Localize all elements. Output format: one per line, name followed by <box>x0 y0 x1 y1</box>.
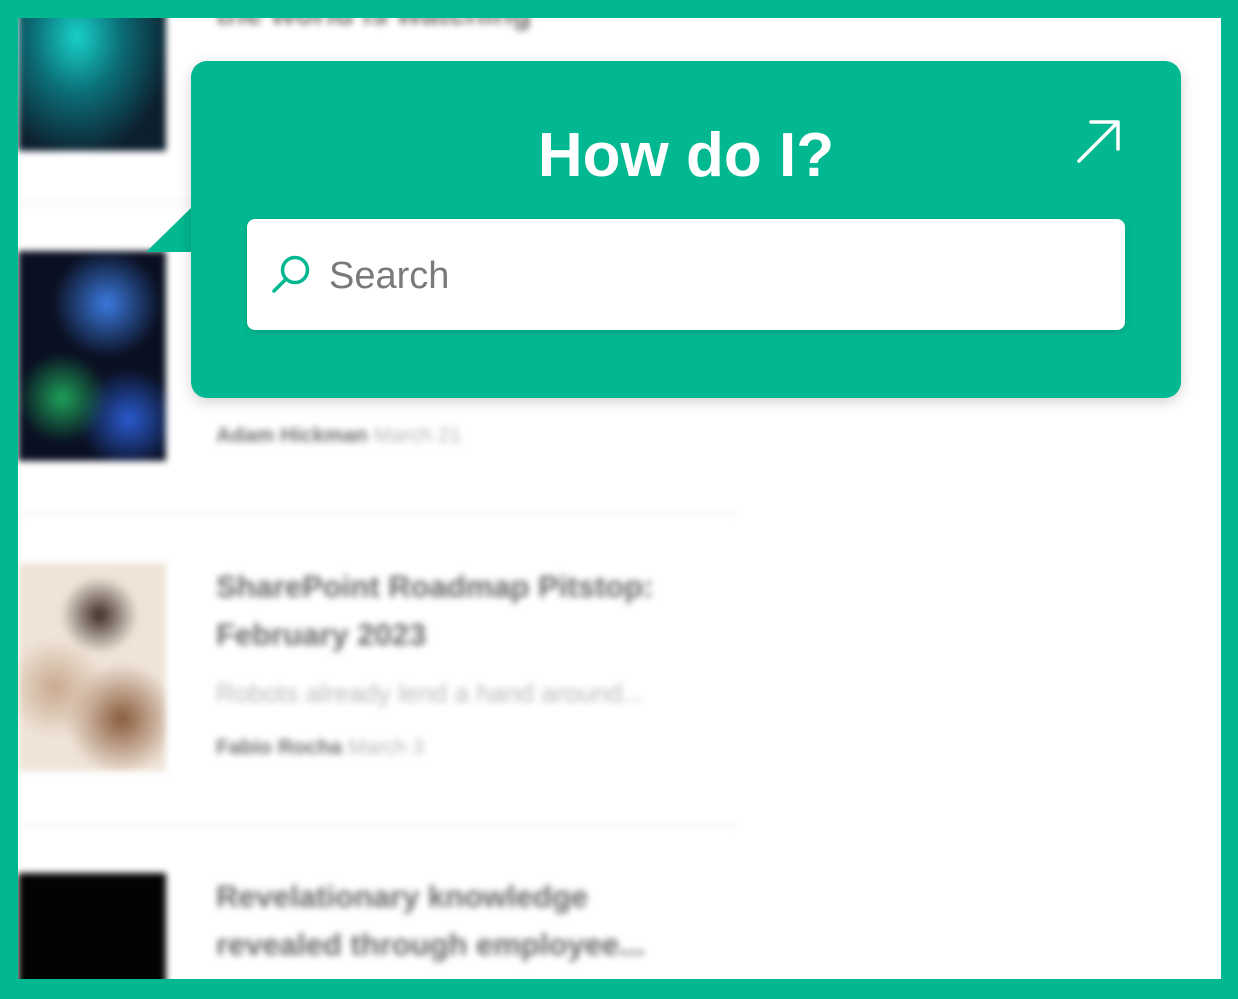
callout-pointer <box>146 207 192 252</box>
search-box[interactable] <box>247 219 1125 330</box>
search-icon <box>269 253 313 297</box>
news-title-line2[interactable]: revealed through employee... <box>216 921 645 969</box>
search-input[interactable] <box>327 247 1101 305</box>
divider <box>18 824 736 825</box>
news-title[interactable]: the world is watching <box>216 18 531 38</box>
news-author[interactable]: Fabio Rocha <box>216 736 342 759</box>
news-description: Robots already lend a hand around... <box>216 678 644 708</box>
arrow-up-right-icon[interactable] <box>1071 113 1127 169</box>
news-thumbnail[interactable] <box>18 563 166 771</box>
news-thumbnail[interactable] <box>18 873 166 979</box>
news-title[interactable]: SharePoint Roadmap Pitstop: <box>216 563 653 611</box>
news-date: March 3 <box>348 736 424 759</box>
news-thumbnail[interactable] <box>18 251 166 461</box>
news-byline: Adam Hickman March 21 <box>216 424 461 448</box>
news-byline: Fabio Rocha March 3 <box>216 736 424 760</box>
callout-title: How do I? <box>537 121 835 190</box>
news-thumbnail[interactable] <box>18 18 166 151</box>
page-canvas: the world is watching Adam HickmanMarch … <box>18 18 1221 979</box>
divider <box>18 513 736 514</box>
how-do-i-callout: How do I? <box>191 61 1181 398</box>
news-title[interactable]: Revelationary knowledge <box>216 873 588 921</box>
news-title-line2[interactable]: February 2023 <box>216 611 426 659</box>
news-author[interactable]: Adam Hickman <box>216 424 368 447</box>
news-date: March 21 <box>373 424 462 447</box>
